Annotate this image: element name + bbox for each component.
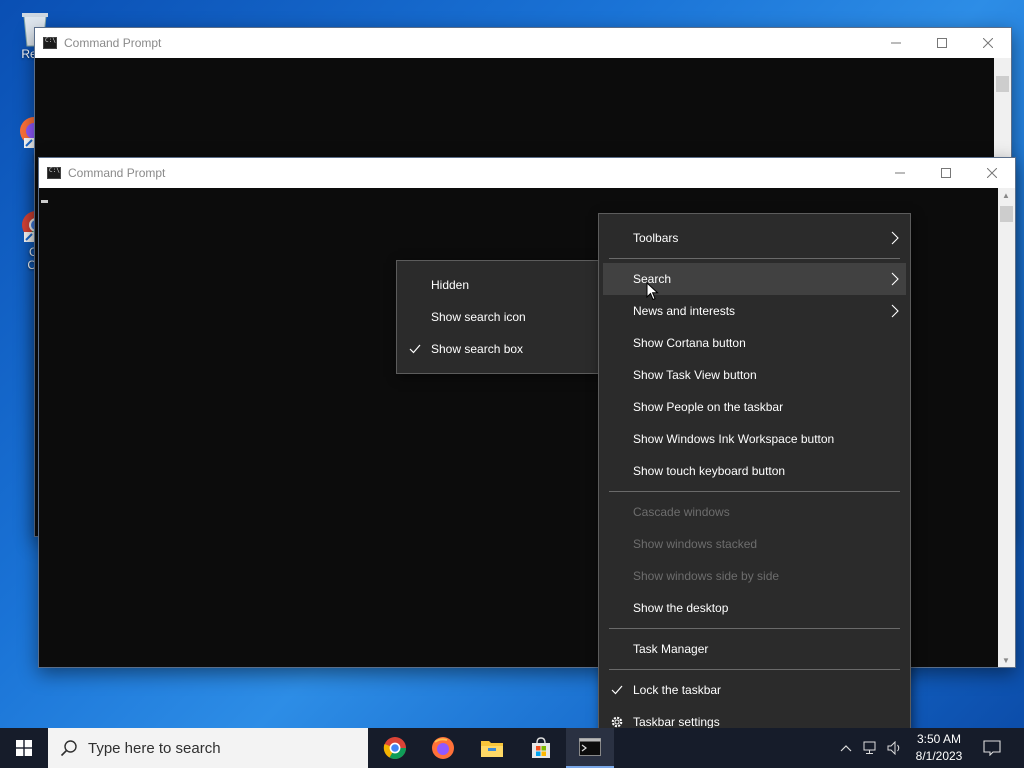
chrome-icon	[383, 737, 406, 759]
checkmark-icon	[409, 344, 421, 354]
chevron-right-icon	[891, 231, 899, 245]
menu-item-label: Show windows side by side	[633, 569, 780, 583]
console-cursor	[41, 200, 48, 203]
menu-item-label: Taskbar settings	[633, 715, 720, 729]
menu-item-task-manager[interactable]: Task Manager	[603, 633, 906, 665]
menu-item-label: Cascade windows	[633, 505, 730, 519]
menu-item-label: Show windows stacked	[633, 537, 758, 551]
gear-icon	[611, 716, 623, 728]
file-explorer-icon	[481, 741, 503, 757]
menu-separator	[609, 669, 900, 670]
show-hidden-icons-chevron-icon[interactable]	[838, 740, 854, 756]
maximize-button[interactable]	[919, 28, 965, 58]
taskbar-clock[interactable]: 3:50 AM 8/1/2023	[906, 731, 972, 765]
menu-separator	[609, 628, 900, 629]
chevron-right-icon	[891, 304, 899, 318]
search-placeholder: Type here to search	[88, 739, 221, 757]
vertical-scrollbar[interactable]: ▲ ▼	[998, 188, 1015, 667]
menu-item-show-people[interactable]: Show People on the taskbar	[603, 391, 906, 423]
menu-item-show-windows-side-by-side: Show windows side by side	[603, 560, 906, 592]
volume-icon[interactable]	[886, 740, 904, 756]
menu-separator	[609, 491, 900, 492]
menu-item-toolbars[interactable]: Toolbars	[603, 222, 906, 254]
taskbar-app-chrome[interactable]	[371, 728, 419, 768]
menu-item-label: Show Task View button	[633, 368, 757, 382]
menu-item-label: Show People on the taskbar	[633, 400, 784, 414]
clock-time: 3:50 AM	[916, 732, 962, 746]
submenu-item-show-search-icon[interactable]: Show search icon	[401, 301, 596, 333]
menu-item-show-windows-stacked: Show windows stacked	[603, 528, 906, 560]
scroll-up-arrow-icon[interactable]: ▲	[1002, 191, 1010, 200]
maximize-button[interactable]	[923, 158, 969, 188]
menu-item-label: Show Cortana button	[633, 336, 746, 350]
menu-item-label: Toolbars	[633, 231, 679, 245]
taskbar-app-command-prompt[interactable]	[566, 728, 614, 768]
start-button[interactable]	[0, 728, 48, 768]
menu-item-label: Hidden	[431, 278, 470, 292]
menu-item-label: News and interests	[633, 304, 736, 318]
taskbar-app-firefox[interactable]	[419, 728, 467, 768]
network-icon[interactable]	[862, 740, 880, 756]
action-center-button[interactable]	[976, 728, 1008, 768]
menu-item-cascade-windows: Cascade windows	[603, 496, 906, 528]
taskbar-context-menu: Toolbars Search News and interests Show …	[598, 213, 911, 746]
command-prompt-icon	[43, 37, 57, 49]
firefox-icon	[432, 737, 454, 759]
search-icon	[60, 740, 77, 757]
command-prompt-icon	[47, 167, 61, 179]
windows-logo-icon	[16, 740, 32, 756]
menu-item-label: Task Manager	[633, 642, 709, 656]
menu-item-show-the-desktop[interactable]: Show the desktop	[603, 592, 906, 624]
taskbar[interactable]: Type here to search 3:50 AM 8/1/2023	[0, 728, 1024, 768]
menu-item-label: Show search icon	[431, 310, 526, 324]
taskbar-app-microsoft-store[interactable]	[517, 728, 565, 768]
window-title: Command Prompt	[64, 36, 162, 50]
command-prompt-icon	[579, 738, 601, 756]
taskbar-search-box[interactable]: Type here to search	[48, 728, 368, 768]
notification-icon	[983, 740, 1001, 756]
menu-item-label: Show search box	[431, 342, 524, 356]
scrollbar-thumb[interactable]	[996, 76, 1009, 92]
close-button[interactable]	[969, 158, 1015, 188]
menu-item-show-touch-keyboard[interactable]: Show touch keyboard button	[603, 455, 906, 487]
microsoft-store-icon	[532, 737, 550, 758]
close-button[interactable]	[965, 28, 1011, 58]
chevron-right-icon	[891, 272, 899, 286]
submenu-item-show-search-box[interactable]: Show search box	[401, 333, 596, 365]
checkmark-icon	[611, 685, 623, 695]
mouse-pointer-icon	[646, 282, 659, 301]
menu-separator	[609, 258, 900, 259]
menu-item-label: Show Windows Ink Workspace button	[633, 432, 835, 446]
window-titlebar[interactable]: Command Prompt	[39, 158, 1015, 188]
minimize-button[interactable]	[873, 28, 919, 58]
minimize-button[interactable]	[877, 158, 923, 188]
menu-item-show-windows-ink[interactable]: Show Windows Ink Workspace button	[603, 423, 906, 455]
submenu-item-hidden[interactable]: Hidden	[401, 269, 596, 301]
clock-date: 8/1/2023	[915, 749, 963, 763]
menu-item-show-task-view-button[interactable]: Show Task View button	[603, 359, 906, 391]
menu-item-label: Show touch keyboard button	[633, 464, 786, 478]
scroll-down-arrow-icon[interactable]: ▼	[1002, 656, 1010, 665]
taskbar-app-file-explorer[interactable]	[468, 728, 516, 768]
menu-item-label: Show the desktop	[633, 601, 729, 615]
window-titlebar[interactable]: Command Prompt	[35, 28, 1011, 58]
menu-item-lock-the-taskbar[interactable]: Lock the taskbar	[603, 674, 906, 706]
window-title: Command Prompt	[68, 166, 166, 180]
menu-item-label: Lock the taskbar	[633, 683, 722, 697]
search-submenu: Hidden Show search icon Show search box	[396, 260, 601, 374]
scrollbar-thumb[interactable]	[1000, 206, 1013, 222]
menu-item-show-cortana-button[interactable]: Show Cortana button	[603, 327, 906, 359]
